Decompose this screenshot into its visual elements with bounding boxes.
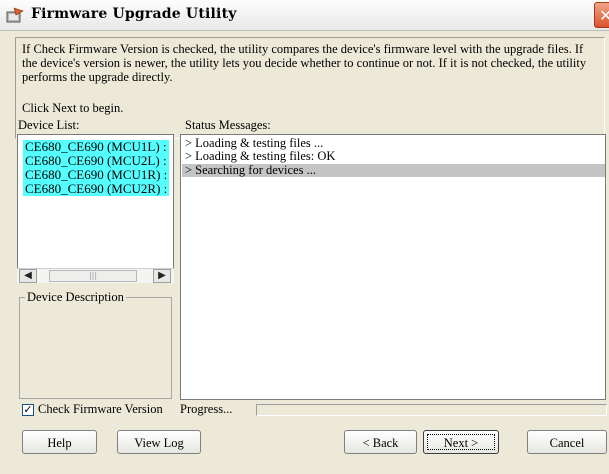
check-firmware-label[interactable]: Check Firmware Version (38, 402, 163, 417)
status-messages-label: Status Messages: (185, 118, 271, 132)
chevron-right-icon: ▶ (158, 270, 166, 281)
device-list[interactable]: CE680_CE690 (MCU1L) : CE680_CE690 (MCU2L… (17, 134, 174, 283)
info-description: If Check Firmware Version is checked, th… (22, 42, 587, 84)
scroll-thumb[interactable]: ||| (49, 270, 137, 282)
next-button-label: Next > (443, 436, 479, 450)
device-item-mcu1r[interactable]: CE680_CE690 (MCU1R) : (23, 168, 170, 182)
cancel-button[interactable]: Cancel (527, 430, 607, 454)
window-title: Firmware Upgrade Utility (31, 6, 237, 22)
help-button[interactable]: Help (22, 430, 97, 454)
close-button[interactable]: ✕ (594, 2, 609, 28)
back-button[interactable]: < Back (344, 430, 417, 454)
next-button[interactable]: Next > (423, 430, 499, 454)
device-list-label: Device List: (18, 118, 80, 132)
status-messages-box[interactable]: > Loading & testing files ... > Loading … (180, 134, 606, 400)
view-log-button[interactable]: View Log (117, 430, 201, 454)
device-description-label: Device Description (25, 290, 126, 305)
device-description-frame (19, 297, 172, 399)
chevron-left-icon: ◀ (24, 270, 32, 281)
progress-label: Progress... (180, 402, 233, 416)
title-bar: Firmware Upgrade Utility ✕ (0, 0, 609, 31)
progress-bar (256, 404, 607, 416)
device-item-mcu2l[interactable]: CE680_CE690 (MCU2L) : (23, 154, 169, 168)
device-item-mcu2r[interactable]: CE680_CE690 (MCU2R) : (23, 182, 170, 196)
close-icon: ✕ (599, 6, 609, 25)
scroll-left-button[interactable]: ◀ (19, 269, 37, 283)
app-icon (6, 7, 24, 23)
check-firmware-checkbox[interactable]: ✓ (22, 404, 34, 416)
status-line: > Loading & testing files: OK (185, 149, 336, 163)
scroll-right-button[interactable]: ▶ (153, 269, 171, 283)
checkmark-icon: ✓ (23, 403, 33, 416)
device-item-mcu1l[interactable]: CE680_CE690 (MCU1L) : (23, 140, 169, 154)
begin-prompt: Click Next to begin. (22, 101, 124, 115)
status-line-selected: > Searching for devices ... (182, 164, 605, 177)
device-list-scrollbar[interactable]: ◀ ||| ▶ (17, 268, 174, 283)
grip-icon: ||| (88, 271, 98, 280)
